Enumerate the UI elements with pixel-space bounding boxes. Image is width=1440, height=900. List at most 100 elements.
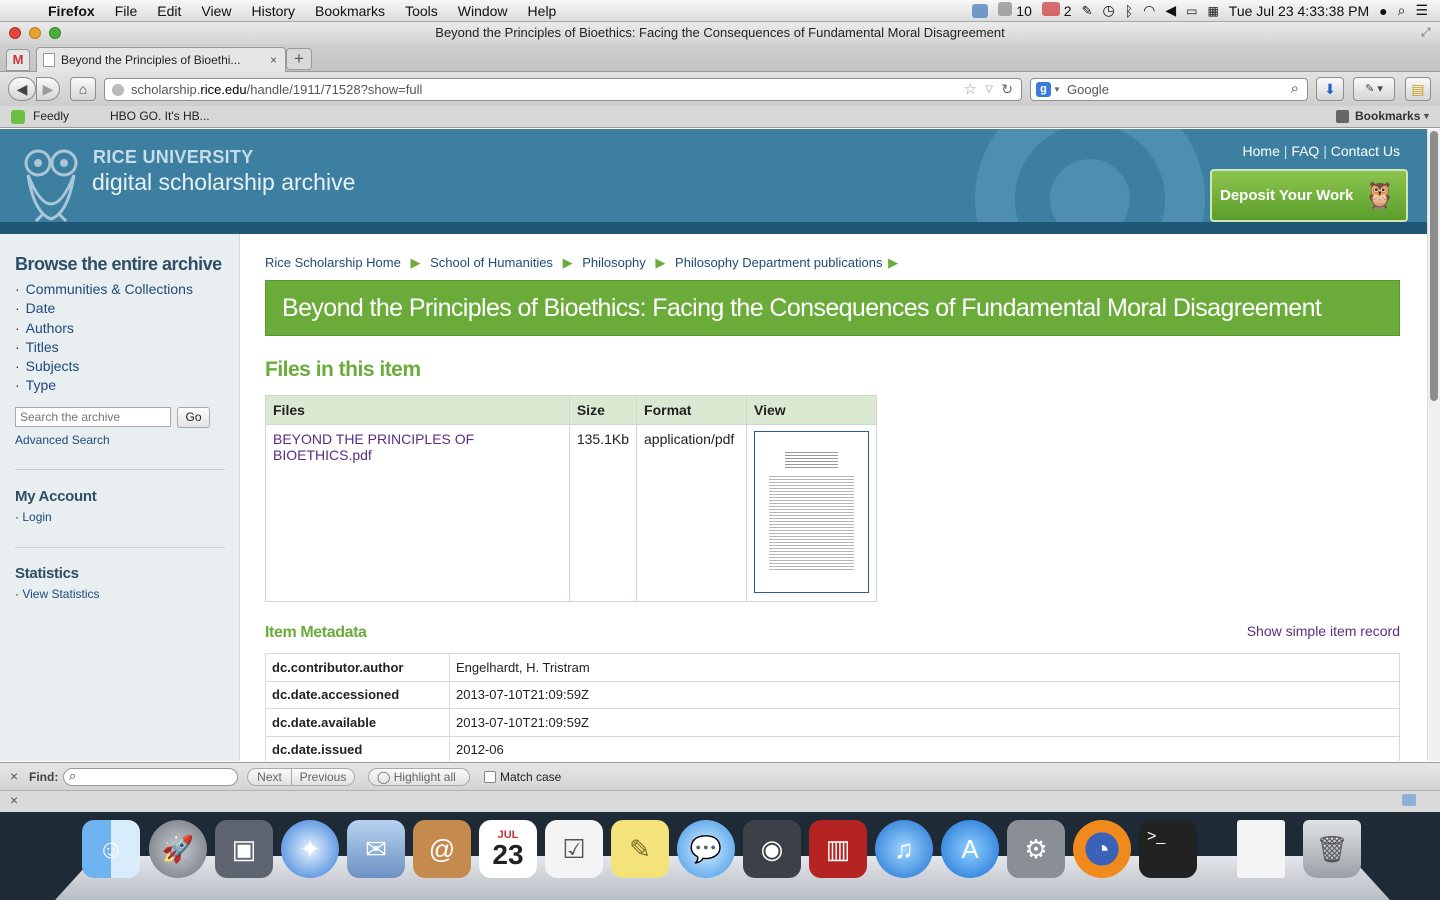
menu-edit[interactable]: Edit (147, 3, 191, 19)
url-dropdown-icon[interactable]: ▽ (985, 79, 993, 100)
tab-close-icon[interactable]: × (270, 48, 277, 72)
contacts-icon[interactable]: @ (413, 820, 471, 878)
gmail-tray-item[interactable]: 2 (1041, 2, 1072, 19)
preview-icon[interactable]: ▣ (215, 820, 273, 878)
file-link[interactable]: BEYOND THE PRINCIPLES OF BIOETHICS.pdf (273, 431, 474, 463)
gmail-pinned-tab[interactable]: M (6, 49, 30, 71)
archive-search-input[interactable] (15, 407, 171, 427)
site-identity-icon[interactable] (112, 84, 124, 96)
owl-logo-icon[interactable] (18, 143, 84, 222)
panel-button[interactable]: ▤ (1405, 77, 1431, 101)
trash-icon[interactable]: 🗑 (1303, 820, 1361, 878)
search-bar[interactable]: g ▼ Google ⌕ (1030, 78, 1308, 101)
battery-icon[interactable]: ▭ (1186, 4, 1197, 18)
highlight-all-button[interactable]: ◯ Highlight all (368, 768, 470, 786)
facetime-icon[interactable]: ◉ (743, 820, 801, 878)
wrench-icon[interactable]: ✎ (1082, 3, 1093, 19)
browse-link-communities[interactable]: Communities & Collections (26, 281, 193, 297)
menu-window[interactable]: Window (448, 3, 518, 19)
breadcrumb-item[interactable]: Rice Scholarship Home (265, 255, 401, 270)
launchpad-icon[interactable]: 🚀 (149, 820, 207, 878)
engine-dropdown-icon[interactable]: ▼ (1053, 79, 1061, 100)
bookmark-feedly[interactable]: Feedly (33, 106, 69, 127)
menubar-clock[interactable]: Tue Jul 23 4:33:38 PM (1229, 3, 1369, 19)
finder-icon[interactable]: ☺ (82, 820, 140, 878)
tab-active[interactable]: Beyond the Principles of Bioethi... × (36, 47, 286, 72)
bookmarks-menu-dropdown-icon[interactable]: ▼ (1422, 106, 1431, 127)
calendar-icon[interactable]: JUL 23 (479, 820, 537, 878)
find-input[interactable]: ⌕ (63, 768, 238, 786)
search-icon[interactable]: ⌕ (1291, 78, 1299, 99)
breadcrumb-item[interactable]: School of Humanities (430, 255, 553, 270)
menu-file[interactable]: File (105, 3, 148, 19)
notification-center-icon[interactable]: ☰ (1415, 2, 1428, 19)
browse-link-subjects[interactable]: Subjects (26, 358, 80, 374)
breadcrumb-item[interactable]: Philosophy Department publications (675, 255, 882, 270)
find-previous-button[interactable]: Previous (291, 768, 355, 786)
minimize-window-button[interactable] (29, 27, 41, 39)
menu-bookmarks[interactable]: Bookmarks (305, 3, 395, 19)
new-tab-button[interactable]: + (286, 48, 312, 70)
home-button[interactable]: ⌂ (70, 77, 96, 101)
mail-icon[interactable]: ✉ (347, 820, 405, 878)
browse-link-titles[interactable]: Titles (26, 339, 59, 355)
notes-icon[interactable]: ✎ (611, 820, 669, 878)
spotlight-icon[interactable]: ⌕ (1398, 2, 1406, 19)
messages-icon[interactable]: 💬 (677, 820, 735, 878)
menu-view[interactable]: View (191, 3, 241, 19)
addon-bar-resize-icon[interactable] (1402, 794, 1416, 806)
login-link[interactable]: Login (22, 510, 51, 524)
user-icon[interactable]: ● (1379, 3, 1387, 19)
header-link-contact[interactable]: Contact Us (1331, 143, 1400, 159)
menu-tools[interactable]: Tools (395, 3, 448, 19)
reminders-icon[interactable]: ☑ (545, 820, 603, 878)
addon-button[interactable]: ✎ ▾ (1353, 77, 1395, 101)
reload-icon[interactable]: ↻ (1001, 79, 1013, 100)
document-icon[interactable] (1237, 820, 1285, 878)
advanced-search-link[interactable]: Advanced Search (15, 433, 110, 447)
dropbox-icon[interactable] (972, 3, 989, 18)
deposit-button[interactable]: Deposit Your Work 🦉 (1210, 169, 1408, 222)
itunes-icon[interactable]: ♫ (875, 820, 933, 878)
archive-search-go-button[interactable]: Go (177, 407, 210, 428)
find-close-icon[interactable]: × (10, 768, 18, 784)
calendar-small-icon[interactable]: ▦ (1207, 4, 1218, 18)
calendar-tray-item[interactable]: 10 (998, 2, 1032, 19)
menu-help[interactable]: Help (518, 3, 567, 19)
terminal-icon[interactable]: >_ (1139, 820, 1197, 878)
system-preferences-icon[interactable]: ⚙ (1007, 820, 1065, 878)
wifi-icon[interactable]: ◠ (1143, 2, 1155, 19)
view-statistics-link[interactable]: View Statistics (22, 587, 99, 601)
downloads-button[interactable]: ⬇ (1316, 77, 1344, 101)
firefox-icon[interactable]: ◔ (1073, 820, 1131, 878)
bookmark-star-icon[interactable]: ☆ (964, 79, 977, 100)
zoom-window-button[interactable] (49, 27, 61, 39)
close-window-button[interactable] (9, 27, 21, 39)
header-link-faq[interactable]: FAQ (1291, 143, 1319, 159)
time-machine-icon[interactable]: ◷ (1102, 2, 1114, 19)
show-simple-record-link[interactable]: Show simple item record (1247, 623, 1400, 639)
browse-link-authors[interactable]: Authors (26, 320, 74, 336)
find-next-button[interactable]: Next (247, 768, 292, 786)
photobooth-icon[interactable]: ▥ (809, 820, 867, 878)
scrollbar-thumb[interactable] (1430, 131, 1438, 401)
appstore-icon[interactable]: A (941, 820, 999, 878)
back-button[interactable]: ◀ (8, 77, 36, 101)
match-case-checkbox[interactable] (484, 771, 496, 783)
browse-link-type[interactable]: Type (26, 377, 56, 393)
volume-icon[interactable]: ◀ (1165, 2, 1176, 19)
addon-bar-close-icon[interactable]: × (10, 792, 18, 808)
fullscreen-icon[interactable]: ⤢ (1421, 25, 1431, 40)
page-scrollbar[interactable] (1427, 129, 1440, 761)
file-thumbnail[interactable] (754, 431, 869, 593)
menu-app-firefox[interactable]: Firefox (38, 3, 105, 19)
header-link-home[interactable]: Home (1243, 143, 1280, 159)
url-bar[interactable]: scholarship.rice.edu/handle/1911/71528?s… (104, 78, 1022, 101)
breadcrumb-item[interactable]: Philosophy (582, 255, 646, 270)
browse-link-date[interactable]: Date (26, 300, 56, 316)
forward-button[interactable]: ▶ (36, 77, 60, 101)
menu-history[interactable]: History (241, 3, 305, 19)
google-engine-icon[interactable]: g (1036, 82, 1051, 97)
safari-icon[interactable]: ✦ (281, 820, 339, 878)
bookmarks-menu-button[interactable]: Bookmarks (1355, 106, 1420, 127)
